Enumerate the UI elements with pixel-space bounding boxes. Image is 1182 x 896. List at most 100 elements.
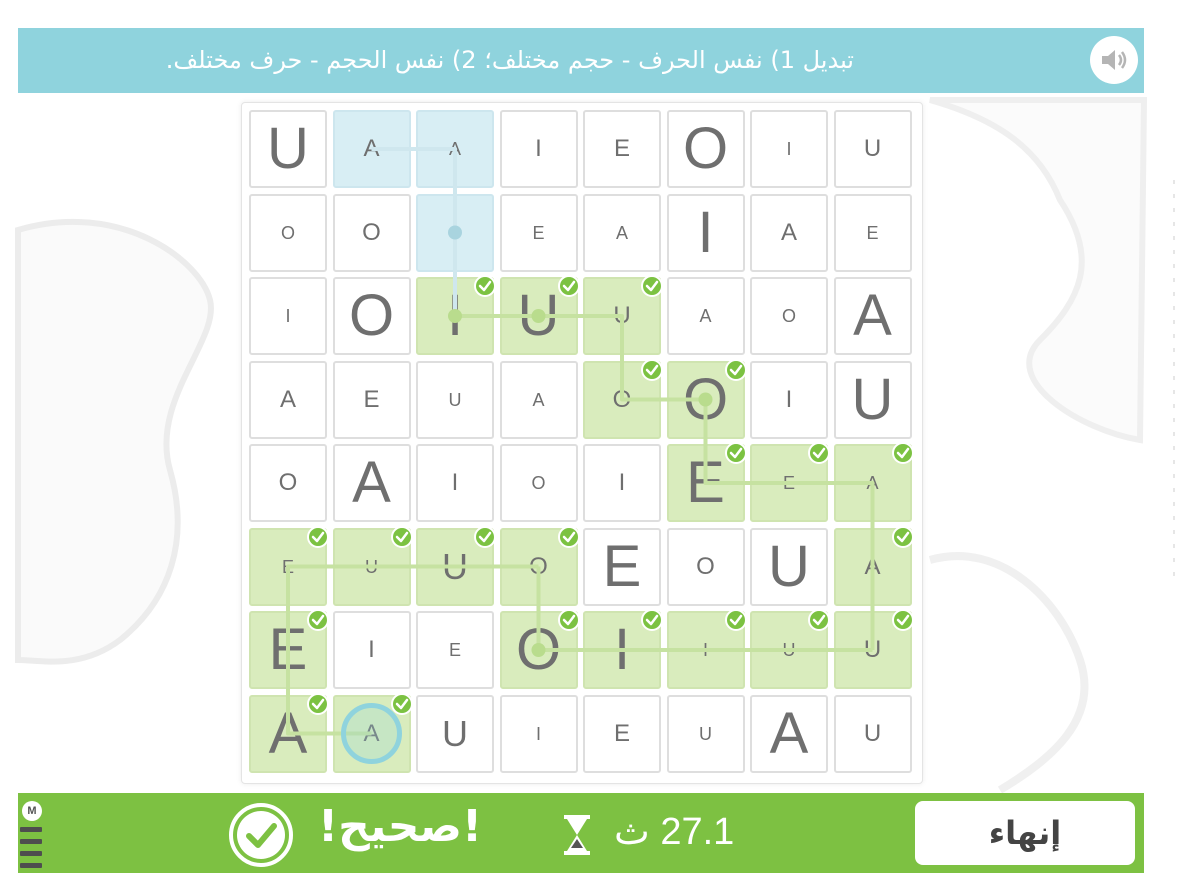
grid-cell[interactable]: I xyxy=(416,275,496,355)
scrollbar[interactable] xyxy=(1172,180,1176,580)
grid-cell[interactable]: U xyxy=(416,360,494,439)
grid-cell[interactable]: O xyxy=(583,358,663,439)
grid-cell[interactable]: A xyxy=(583,193,661,272)
cell-letter: A xyxy=(279,385,296,413)
grid-cell[interactable]: A xyxy=(332,692,413,773)
grid-cell[interactable]: U xyxy=(499,275,580,355)
grid-cell[interactable]: I xyxy=(666,609,747,689)
grid-cell[interactable]: I xyxy=(666,193,745,272)
cell-letter: A xyxy=(532,389,545,410)
cell-letter: U xyxy=(768,533,810,599)
grid-cell[interactable]: I xyxy=(583,609,663,689)
grid-cell[interactable]: A xyxy=(332,110,411,188)
grid-cell[interactable]: I xyxy=(750,110,828,188)
speaker-icon xyxy=(1102,50,1127,70)
cell-letter: O xyxy=(531,473,546,493)
grid-cell[interactable]: U xyxy=(332,525,413,606)
cell-letter: O xyxy=(515,617,562,682)
grid-cell[interactable]: U xyxy=(750,609,830,689)
grid-cell[interactable]: E xyxy=(583,110,661,188)
cell-letter: A xyxy=(864,552,881,580)
grid-cell[interactable]: E xyxy=(249,609,329,689)
cell-letter: E xyxy=(866,222,879,243)
grid-cell[interactable]: U xyxy=(833,360,912,439)
grid-cell[interactable]: A xyxy=(249,692,329,773)
grid-cell[interactable]: I xyxy=(499,110,578,188)
cell-letter: I xyxy=(535,135,542,162)
grid-cell[interactable]: U xyxy=(583,275,663,355)
cell-letter: A xyxy=(769,700,809,766)
grid-cell[interactable]: O xyxy=(332,193,411,272)
grid-cell[interactable]: E xyxy=(666,442,747,522)
cell-letter: O xyxy=(278,469,298,496)
grid-cell[interactable]: U xyxy=(666,694,745,773)
grid-cell[interactable]: E xyxy=(416,611,494,689)
grid-cell[interactable]: E xyxy=(833,193,912,272)
grid-cell[interactable]: E xyxy=(499,193,578,272)
grid-cell[interactable]: U xyxy=(833,110,912,188)
cell-letter: U xyxy=(365,556,378,577)
cell-letter: U xyxy=(782,640,796,660)
grid-cell[interactable]: A xyxy=(499,360,578,439)
grid-cell[interactable]: I xyxy=(499,694,578,773)
grid-cell[interactable]: O xyxy=(499,609,580,689)
cell-letter: U xyxy=(863,719,882,747)
grid-cell[interactable]: A xyxy=(750,694,828,773)
grid-cell[interactable]: E xyxy=(249,525,329,606)
sound-button[interactable] xyxy=(1090,36,1138,84)
grid-cell[interactable]: A xyxy=(332,444,411,522)
grid-cell[interactable]: A xyxy=(416,110,494,188)
grid-cell[interactable]: O xyxy=(249,193,327,272)
grid-cell[interactable]: I xyxy=(332,611,411,689)
grid-cell[interactable]: I xyxy=(750,360,828,439)
grid-cell[interactable]: O xyxy=(666,527,745,606)
check-icon xyxy=(390,525,413,548)
cell-letter: U xyxy=(517,283,560,348)
grid-cell[interactable]: A xyxy=(833,277,912,355)
grid-cell[interactable]: E xyxy=(332,360,411,439)
grid-cell[interactable]: E xyxy=(583,527,661,606)
grid-cell[interactable]: E xyxy=(583,694,661,773)
grid-cell[interactable]: O xyxy=(750,277,828,355)
grid-cell[interactable]: U xyxy=(416,525,496,606)
cell-letter: U xyxy=(851,366,894,432)
menu-handle[interactable]: M xyxy=(18,801,44,868)
grid-cell[interactable]: U xyxy=(249,110,327,188)
grid-cell[interactable]: U xyxy=(750,527,828,606)
grid-cell[interactable]: E xyxy=(750,442,830,522)
grid-cell[interactable]: O xyxy=(249,444,327,522)
grid-cell[interactable]: O xyxy=(666,358,747,439)
grid-cell[interactable]: O xyxy=(332,277,411,355)
grid-cell[interactable]: A xyxy=(833,442,914,522)
check-icon xyxy=(641,358,663,381)
cell-letter: E xyxy=(268,617,308,682)
grid-cell[interactable] xyxy=(416,193,494,272)
finish-button[interactable]: إنهاء xyxy=(915,801,1135,865)
grid-cell[interactable]: U xyxy=(833,609,914,689)
grid-cell[interactable]: I xyxy=(416,444,494,522)
grid-cell[interactable]: U xyxy=(416,694,494,773)
grid-cell[interactable]: O xyxy=(499,525,580,606)
cell-letter: U xyxy=(863,636,882,663)
check-icon xyxy=(724,609,747,631)
cell-letter: A xyxy=(853,283,892,348)
grid-cell[interactable]: I xyxy=(249,277,327,355)
grid-cell[interactable]: I xyxy=(583,444,661,522)
grid-cell[interactable]: O xyxy=(666,110,745,188)
grid-cell[interactable]: A xyxy=(249,360,327,439)
cell-letter: O xyxy=(348,283,395,348)
check-circle-icon xyxy=(229,803,293,867)
cell-letter: E xyxy=(363,385,380,413)
grid-cell[interactable]: U xyxy=(833,694,912,773)
cell-letter: E xyxy=(281,556,294,577)
grid-cell[interactable]: A xyxy=(666,277,745,355)
hourglass-icon xyxy=(564,815,590,855)
menu-line xyxy=(20,863,42,868)
grid-cell[interactable]: A xyxy=(750,193,828,272)
grid-cell[interactable]: A xyxy=(833,525,914,606)
cell-letter: U xyxy=(442,712,468,754)
cell-letter: I xyxy=(785,385,793,413)
grid-cell[interactable]: O xyxy=(499,444,578,522)
cell-letter: E xyxy=(448,640,461,660)
cell-letter: E xyxy=(532,222,545,243)
